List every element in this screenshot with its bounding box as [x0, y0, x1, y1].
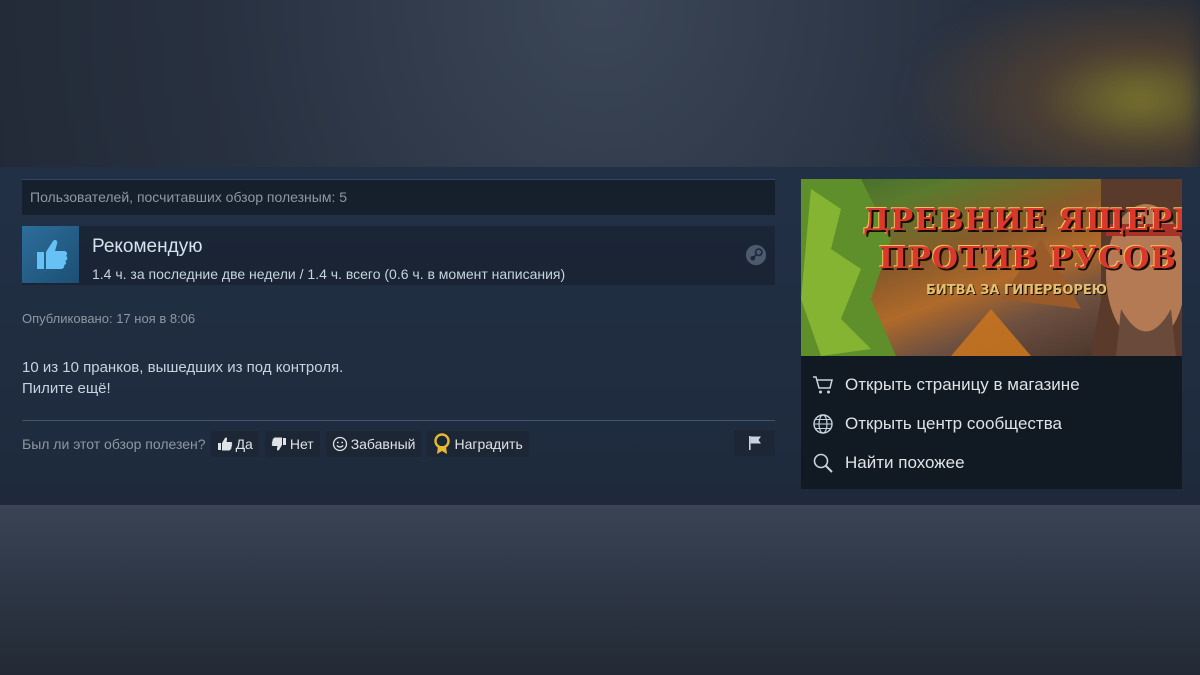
- recommendation-label: Рекомендую: [92, 236, 203, 257]
- published-date: Опубликовано: 17 ноя в 8:06: [22, 311, 196, 326]
- award-button[interactable]: Наградить: [427, 431, 529, 457]
- divider: [22, 420, 775, 421]
- globe-icon: [811, 412, 835, 436]
- vote-question: Был ли этот обзор полезен?: [22, 436, 206, 452]
- open-store-label: Открыть страницу в магазине: [845, 375, 1080, 394]
- award-icon: [434, 433, 451, 454]
- banner-subtitle: БИТВА ЗА ГИПЕРБОРЕЮ: [926, 283, 1108, 298]
- game-banner[interactable]: ДРЕВНИЕ ЯЩЕРЫ ПРОТИВ РУСОВ БИТВА ЗА ГИПЕ…: [801, 179, 1182, 356]
- report-flag-button[interactable]: [734, 430, 775, 456]
- cart-icon: [811, 373, 835, 397]
- helpful-count-bar: Пользователей, посчитавших обзор полезны…: [22, 179, 775, 215]
- vote-yes-button[interactable]: Да: [210, 431, 259, 457]
- find-similar-label: Найти похожее: [845, 453, 965, 472]
- search-icon: [811, 451, 835, 475]
- open-community-label: Открыть центр сообщества: [845, 414, 1063, 433]
- review-line: 10 из 10 пранков, вышедших из под контро…: [22, 359, 344, 376]
- review-line: Пилите ещё!: [22, 380, 111, 397]
- open-store-link[interactable]: Открыть страницу в магазине: [811, 372, 1080, 398]
- vote-no-label: Нет: [289, 436, 314, 452]
- open-community-link[interactable]: Открыть центр сообщества: [811, 411, 1062, 437]
- smiley-icon: [332, 436, 347, 452]
- banner-title-line2: ПРОТИВ РУСОВ: [879, 241, 1177, 276]
- vote-funny-label: Забавный: [350, 436, 416, 452]
- award-label: Наградить: [454, 436, 523, 452]
- flag-icon: [748, 436, 761, 450]
- playtime-text: 1.4 ч. за последние две недели / 1.4 ч. …: [92, 266, 566, 282]
- game-sidebar: ДРЕВНИЕ ЯЩЕРЫ ПРОТИВ РУСОВ БИТВА ЗА ГИПЕ…: [801, 179, 1182, 489]
- helpful-count-text: Пользователей, посчитавших обзор полезны…: [30, 189, 348, 205]
- background-bottom: [0, 505, 1200, 675]
- thumbs-up-icon: [22, 226, 79, 283]
- vote-no-button[interactable]: Нет: [264, 431, 320, 457]
- vote-row: Был ли этот обзор полезен? Да Нет Забавн…: [22, 430, 535, 458]
- vote-funny-button[interactable]: Забавный: [325, 431, 422, 457]
- recommendation-box[interactable]: Рекомендую 1.4 ч. за последние две недел…: [22, 226, 775, 285]
- find-similar-link[interactable]: Найти похожее: [811, 450, 965, 476]
- thumbs-up-icon: [217, 437, 232, 451]
- vote-yes-label: Да: [235, 436, 253, 452]
- steam-icon: [745, 244, 767, 266]
- banner-title-line1: ДРЕВНИЕ ЯЩЕРЫ: [863, 203, 1182, 238]
- review-body: 10 из 10 пранков, вышедших из под контро…: [22, 357, 343, 399]
- thumbs-down-icon: [271, 437, 286, 451]
